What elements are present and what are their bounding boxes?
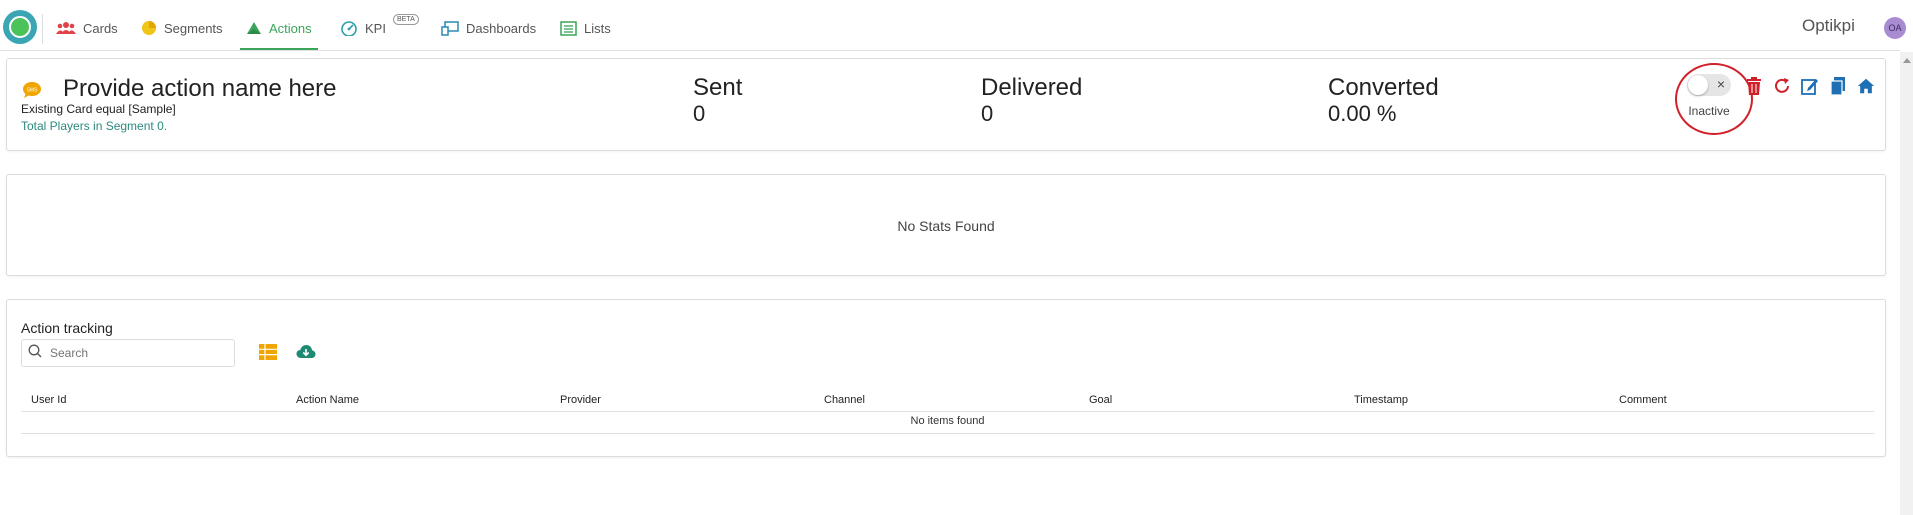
status-toggle-group: × Inactive — [1682, 74, 1736, 118]
stat-value: 0.00 % — [1328, 101, 1397, 126]
toggle-knob — [1688, 75, 1708, 95]
app-logo[interactable] — [3, 10, 37, 44]
refresh-icon[interactable] — [1773, 76, 1791, 96]
table-divider — [21, 433, 1874, 434]
list-icon — [560, 20, 577, 36]
dashboard-icon — [441, 20, 459, 36]
tab-label: Segments — [164, 20, 223, 36]
sms-icon: SMS — [22, 81, 42, 104]
tab-label: Lists — [584, 20, 611, 36]
table-view-icon[interactable] — [259, 344, 277, 365]
logo-mark — [9, 16, 31, 38]
tab-cards[interactable]: Cards — [56, 0, 118, 50]
page-scrollbar[interactable] — [1900, 52, 1913, 515]
column-header[interactable]: User Id — [31, 394, 66, 406]
column-header[interactable]: Timestamp — [1354, 394, 1408, 406]
column-header[interactable]: Channel — [824, 394, 865, 406]
search-icon — [28, 344, 42, 363]
users-icon — [56, 21, 76, 35]
tab-label: Cards — [83, 20, 118, 36]
active-toggle[interactable]: × — [1687, 74, 1731, 96]
copy-icon[interactable] — [1829, 76, 1847, 96]
tab-label: Dashboards — [466, 20, 537, 36]
close-icon: × — [1716, 76, 1725, 92]
segment-info-link[interactable]: Total Players in Segment 0. — [21, 119, 167, 133]
stat-value: 0 — [693, 101, 706, 126]
action-condition: Existing Card equal [Sample] — [21, 102, 176, 116]
stat-label: Delivered — [981, 74, 1083, 101]
toggle-status-label: Inactive — [1688, 104, 1730, 118]
stats-panel: No Stats Found — [6, 174, 1886, 276]
pie-icon — [141, 20, 157, 36]
tab-actions[interactable]: Actions — [240, 0, 318, 50]
actions-icon — [246, 21, 262, 35]
brand-name: Optikpi — [1802, 16, 1855, 35]
scroll-up-arrow[interactable] — [1903, 58, 1911, 63]
trash-icon[interactable] — [1745, 76, 1763, 96]
action-summary-panel: SMS Provide action name here Existing Ca… — [6, 58, 1886, 151]
column-header[interactable]: Action Name — [296, 394, 359, 406]
column-header[interactable]: Goal — [1089, 394, 1112, 406]
svg-text:SMS: SMS — [27, 88, 39, 94]
stat-sent: Sent 0 — [693, 75, 742, 127]
gauge-icon — [340, 20, 358, 36]
top-navbar: Cards Segments Actions KPI BETA Dashboar… — [0, 0, 1906, 51]
action-tracking-panel: Action tracking User Id Action Name Prov… — [6, 299, 1886, 457]
empty-stats-message: No Stats Found — [897, 218, 995, 234]
tab-kpi[interactable]: KPI BETA — [340, 0, 419, 50]
tab-lists[interactable]: Lists — [560, 0, 611, 50]
stat-value: 0 — [981, 101, 994, 126]
tab-segments[interactable]: Segments — [141, 0, 223, 50]
column-header[interactable]: Provider — [560, 394, 601, 406]
stat-delivered: Delivered 0 — [981, 75, 1082, 127]
stat-converted: Converted 0.00 % — [1328, 75, 1439, 127]
tab-dashboards[interactable]: Dashboards — [441, 0, 536, 50]
action-toolbar — [1745, 76, 1875, 96]
home-icon[interactable] — [1857, 76, 1875, 96]
action-name[interactable]: Provide action name here — [63, 75, 337, 103]
stat-label: Converted — [1328, 74, 1439, 101]
edit-icon[interactable] — [1801, 76, 1819, 96]
cloud-download-icon[interactable] — [296, 344, 316, 364]
stat-label: Sent — [693, 74, 743, 101]
search-input[interactable] — [48, 345, 222, 361]
empty-table-message: No items found — [910, 415, 985, 427]
avatar[interactable]: OA — [1884, 17, 1906, 39]
tracking-table-header: User Id Action Name Provider Channel Goa… — [21, 390, 1874, 412]
section-title: Action tracking — [21, 320, 113, 336]
beta-badge: BETA — [392, 13, 419, 25]
column-header[interactable]: Comment — [1619, 394, 1667, 406]
nav-divider — [42, 14, 43, 44]
tab-label: KPI — [365, 20, 386, 36]
tab-label: Actions — [269, 20, 312, 36]
search-box — [21, 339, 235, 367]
